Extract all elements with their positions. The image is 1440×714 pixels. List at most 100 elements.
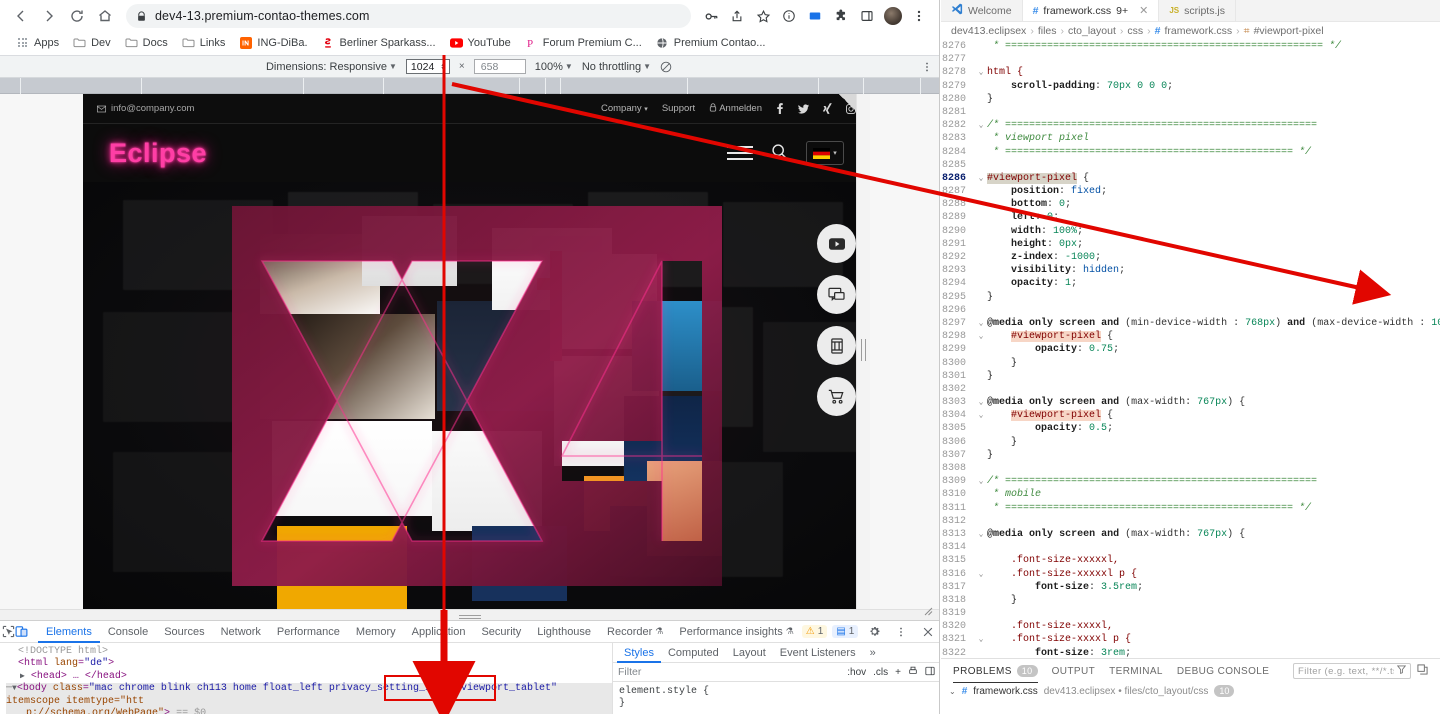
dom-row[interactable]: <!DOCTYPE html> <box>6 646 612 658</box>
styles-tab-event-listeners[interactable]: Event Listeners <box>773 643 863 663</box>
fold-toggle-icon[interactable] <box>975 251 987 264</box>
xing-icon[interactable] <box>823 103 832 114</box>
code-line[interactable]: 8280} <box>941 93 1440 106</box>
code-line[interactable]: 8321 ⌄ .font-size-xxxxl p { <box>941 633 1440 646</box>
styles-rule-block[interactable]: element.style { } <box>613 682 939 714</box>
message-count-badge[interactable]: ▤ 1 <box>832 625 859 638</box>
close-icon[interactable] <box>917 622 939 642</box>
code-line[interactable]: 8306 } <box>941 436 1440 449</box>
fold-toggle-icon[interactable]: ⌄ <box>975 172 987 185</box>
extensions-icon[interactable] <box>829 4 853 28</box>
dom-row[interactable]: ▶ <head> … </head> <box>6 671 612 683</box>
fold-toggle-icon[interactable] <box>975 343 987 356</box>
code-line[interactable]: 8287 position: fixed; <box>941 185 1440 198</box>
bookmark-berliner-sparkasse[interactable]: Berliner Sparkass... <box>315 34 443 51</box>
fold-toggle-icon[interactable] <box>975 436 987 449</box>
devtools-tab-security[interactable]: Security <box>473 621 529 643</box>
fold-toggle-icon[interactable]: ⌄ <box>975 317 987 330</box>
share-icon[interactable] <box>725 4 749 28</box>
code-line[interactable]: 8277 <box>941 53 1440 66</box>
bookmark-docs[interactable]: Docs <box>118 34 175 51</box>
problem-file-row[interactable]: ⌄ # framework.css dev413.eclipsex • file… <box>941 683 1440 699</box>
no-throttle-icon[interactable] <box>660 60 673 73</box>
code-line[interactable]: 8298 ⌄ #viewport-pixel { <box>941 330 1440 343</box>
fold-toggle-icon[interactable] <box>975 488 987 501</box>
nav-company[interactable]: Company ▾ <box>601 103 648 114</box>
scrollbar-thumb[interactable] <box>861 339 866 361</box>
rail-ticket-icon[interactable] <box>817 326 856 365</box>
panel-tab-debug-console[interactable]: DEBUG CONSOLE <box>1177 659 1269 683</box>
fold-toggle-icon[interactable] <box>975 502 987 515</box>
fold-toggle-icon[interactable] <box>975 238 987 251</box>
website-preview[interactable]: info@company.com Company ▾ Support Anmel… <box>83 94 870 609</box>
breadcrumb-item[interactable]: #viewport-pixel <box>1254 25 1324 37</box>
fold-toggle-icon[interactable] <box>975 462 987 475</box>
fold-toggle-icon[interactable] <box>975 277 987 290</box>
code-line[interactable]: 8322 font-size: 3rem; <box>941 647 1440 658</box>
vscode-tab-scripts-js[interactable]: JS scripts.js <box>1159 0 1236 21</box>
address-bar[interactable]: dev4-13.premium-contao-themes.com <box>126 4 691 28</box>
fold-toggle-icon[interactable]: ⌄ <box>975 330 987 343</box>
code-line[interactable]: 8293 visibility: hidden; <box>941 264 1440 277</box>
rail-youtube-icon[interactable] <box>817 224 856 263</box>
code-line[interactable]: 8301} <box>941 370 1440 383</box>
facebook-icon[interactable] <box>776 103 784 114</box>
code-line[interactable]: 8315 .font-size-xxxxxl, <box>941 554 1440 567</box>
fold-toggle-icon[interactable] <box>975 581 987 594</box>
panel-tab-terminal[interactable]: TERMINAL <box>1109 659 1163 683</box>
fold-toggle-icon[interactable] <box>975 159 987 172</box>
code-line[interactable]: 8285 <box>941 159 1440 172</box>
breadcrumb-item[interactable]: files <box>1038 25 1057 37</box>
toggle-device-toolbar-icon[interactable] <box>15 622 28 642</box>
page-scrollbar[interactable] <box>856 94 870 609</box>
code-line[interactable]: 8276 * =================================… <box>941 40 1440 53</box>
devtools-kebab-icon[interactable] <box>890 622 912 642</box>
fold-toggle-icon[interactable]: ⌄ <box>975 528 987 541</box>
devtools-tab-memory[interactable]: Memory <box>348 621 404 643</box>
nav-support[interactable]: Support <box>662 103 695 114</box>
code-line[interactable]: 8318 } <box>941 594 1440 607</box>
device-toolbar-kebab-icon[interactable] <box>921 61 933 73</box>
panel-filter-input[interactable]: Filter (e.g. text, **/*.ts... <box>1293 663 1411 679</box>
viewport-height-input[interactable]: 658 <box>473 59 526 74</box>
code-line[interactable]: 8307} <box>941 449 1440 462</box>
devtools-tab-elements[interactable]: Elements <box>38 621 100 643</box>
fold-toggle-icon[interactable] <box>975 80 987 93</box>
breadcrumb-item[interactable]: cto_layout <box>1068 25 1116 37</box>
devtools-tab-performance-insights[interactable]: Performance insights ⚗ <box>671 621 801 643</box>
code-line[interactable]: 8283 * viewport pixel <box>941 132 1440 145</box>
fold-toggle-icon[interactable] <box>975 515 987 528</box>
new-style-rule-button[interactable]: + <box>895 667 901 678</box>
fold-toggle-icon[interactable] <box>975 383 987 396</box>
styles-tab-overflow[interactable]: » <box>863 643 883 663</box>
code-line[interactable]: 8289 left: 0; <box>941 211 1440 224</box>
chevron-down-icon[interactable]: ⌄ <box>949 687 956 696</box>
filter-icon[interactable] <box>1396 665 1407 677</box>
code-line[interactable]: 8316 ⌄ .font-size-xxxxxl p { <box>941 568 1440 581</box>
collapse-all-icon[interactable] <box>1417 664 1428 678</box>
code-line[interactable]: 8299 opacity: 0.75; <box>941 343 1440 356</box>
zoom-dropdown[interactable]: 100% ▼ <box>535 61 573 73</box>
fold-toggle-icon[interactable] <box>975 185 987 198</box>
language-selector[interactable]: ▾ <box>806 141 844 165</box>
fold-toggle-icon[interactable]: ⌄ <box>975 66 987 79</box>
fold-toggle-icon[interactable] <box>975 620 987 633</box>
code-line[interactable]: 8310 * mobile <box>941 488 1440 501</box>
dom-row[interactable]: <html lang="de"> <box>6 658 612 670</box>
reload-icon[interactable] <box>64 3 90 29</box>
fold-toggle-icon[interactable] <box>975 647 987 658</box>
fold-toggle-icon[interactable] <box>975 225 987 238</box>
warning-count-badge[interactable]: ⚠ 1 <box>801 625 828 638</box>
fold-toggle-icon[interactable] <box>975 554 987 567</box>
site-email[interactable]: info@company.com <box>97 103 194 114</box>
resize-corner-handle[interactable] <box>923 606 933 619</box>
bookmark-dev[interactable]: Dev <box>66 34 118 51</box>
styles-filter-input[interactable]: Filter <box>618 666 840 678</box>
devtools-tab-sources[interactable]: Sources <box>156 621 212 643</box>
code-line[interactable]: 8291 height: 0px; <box>941 238 1440 251</box>
throttling-dropdown[interactable]: No throttling ▼ <box>582 61 651 73</box>
code-line[interactable]: 8319 <box>941 607 1440 620</box>
fold-toggle-icon[interactable]: ⌄ <box>975 475 987 488</box>
site-logo[interactable]: Eclipse <box>109 138 207 169</box>
code-line[interactable]: 8305 opacity: 0.5; <box>941 422 1440 435</box>
